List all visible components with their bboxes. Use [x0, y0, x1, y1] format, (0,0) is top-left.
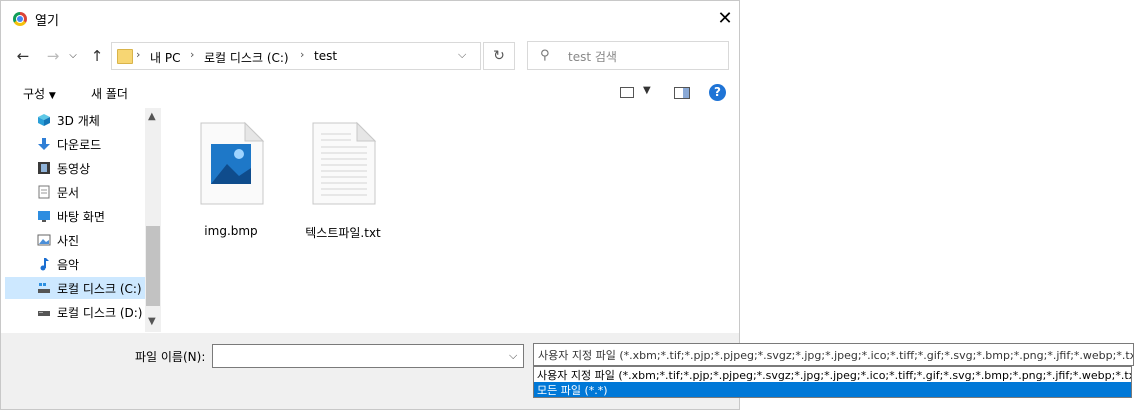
picture-icon	[37, 234, 51, 246]
nav-item-local-disk-d[interactable]: 로컬 디스크 (D:)	[29, 301, 147, 323]
scroll-down-arrow-icon[interactable]: ▼	[148, 316, 156, 327]
chevron-down-icon: ▼	[48, 91, 56, 101]
breadcrumb-separator: ›	[190, 48, 195, 61]
breadcrumb-test[interactable]: test	[314, 49, 337, 63]
file-type-dropdown-list: 사용자 지정 파일 (*.xbm;*.tif;*.pjp;*.pjpeg;*.s…	[533, 366, 1132, 398]
recent-locations-dropdown[interactable]: ⌵	[63, 46, 83, 66]
address-bar[interactable]: › 내 PC › 로컬 디스크 (C:) › test ⌵	[111, 42, 481, 70]
chrome-icon	[13, 12, 27, 26]
up-button[interactable]: ↑	[87, 46, 107, 66]
nav-item-downloads[interactable]: 다운로드	[29, 133, 147, 155]
file-name: 텍스트파일.txt	[305, 226, 381, 240]
close-button[interactable]: ✕	[715, 9, 735, 29]
breadcrumb-separator: ›	[300, 48, 305, 61]
drive-icon	[38, 311, 50, 316]
text-file-icon	[312, 121, 377, 205]
drive-icon	[38, 283, 50, 293]
nav-item-desktop[interactable]: 바탕 화면	[29, 205, 147, 227]
file-item-img-bmp[interactable]: img.bmp	[183, 120, 279, 238]
nav-item-documents[interactable]: 문서	[29, 181, 147, 203]
nav-item-pictures[interactable]: 사진	[29, 229, 147, 251]
breadcrumb-local-disk-c[interactable]: 로컬 디스크 (C:)	[204, 49, 289, 66]
file-type-selected-value: 사용자 지정 파일 (*.xbm;*.tif;*.pjp;*.pjpeg;*.s…	[538, 349, 1134, 362]
filename-input[interactable]: ⌵	[212, 344, 524, 368]
back-button[interactable]: ←	[13, 46, 33, 66]
breadcrumb-this-pc[interactable]: 내 PC	[150, 49, 180, 66]
nav-item-local-disk-c[interactable]: 로컬 디스크 (C:)	[5, 277, 145, 299]
search-icon: ⚲	[540, 48, 550, 63]
view-options-icon[interactable]	[620, 87, 634, 98]
download-arrow-icon	[38, 138, 50, 150]
scroll-up-arrow-icon[interactable]: ▲	[148, 111, 156, 122]
address-dropdown-icon[interactable]: ⌵	[458, 48, 466, 62]
file-type-option-all-files[interactable]: 모든 파일 (*.*)	[534, 382, 1131, 397]
filename-dropdown-icon[interactable]: ⌵	[509, 349, 517, 363]
breadcrumb-separator: ›	[136, 48, 141, 61]
desktop-icon	[38, 211, 50, 222]
refresh-button[interactable]: ↻	[483, 42, 515, 70]
music-note-icon	[40, 258, 49, 271]
scrollbar-thumb[interactable]	[146, 226, 160, 306]
preview-pane-icon[interactable]	[674, 87, 690, 99]
folder-icon	[117, 49, 133, 64]
search-placeholder: test 검색	[568, 50, 617, 64]
filename-label: 파일 이름(N):	[135, 350, 206, 364]
window-title: 열기	[35, 14, 59, 29]
film-icon	[38, 162, 50, 174]
organize-button[interactable]: 구성 ▼	[23, 85, 56, 102]
search-box[interactable]: ⚲ test 검색	[527, 41, 729, 70]
file-type-select[interactable]: 사용자 지정 파일 (*.xbm;*.tif;*.pjp;*.pjpeg;*.s…	[533, 343, 1134, 366]
image-file-icon	[200, 121, 265, 205]
view-dropdown-icon[interactable]: ▼	[643, 85, 651, 96]
navigation-pane: 3D 개체 다운로드 동영상 문서 바탕 화면 사진 음악 로컬 디스크 (C:…	[1, 108, 161, 332]
nav-item-3d-objects[interactable]: 3D 개체	[29, 109, 147, 131]
title-bar: 열기 ✕	[1, 1, 739, 35]
forward-button[interactable]: →	[43, 46, 63, 66]
file-name: img.bmp	[204, 224, 258, 238]
cube-icon	[38, 114, 50, 126]
nav-item-music[interactable]: 음악	[29, 253, 147, 275]
file-list-pane: img.bmp 텍스트파일.txt	[161, 108, 739, 332]
file-type-option-custom[interactable]: 사용자 지정 파일 (*.xbm;*.tif;*.pjp;*.pjpeg;*.s…	[534, 367, 1131, 382]
file-item-text-txt[interactable]: 텍스트파일.txt	[295, 120, 391, 240]
nav-item-videos[interactable]: 동영상	[29, 157, 147, 179]
new-folder-button[interactable]: 새 폴더	[91, 85, 128, 102]
command-toolbar: 구성 ▼ 새 폴더 ▼ ?	[1, 79, 739, 107]
help-icon[interactable]: ?	[709, 84, 726, 101]
document-icon	[38, 185, 50, 199]
navigation-pane-scrollbar[interactable]: ▲ ▼	[145, 108, 161, 332]
